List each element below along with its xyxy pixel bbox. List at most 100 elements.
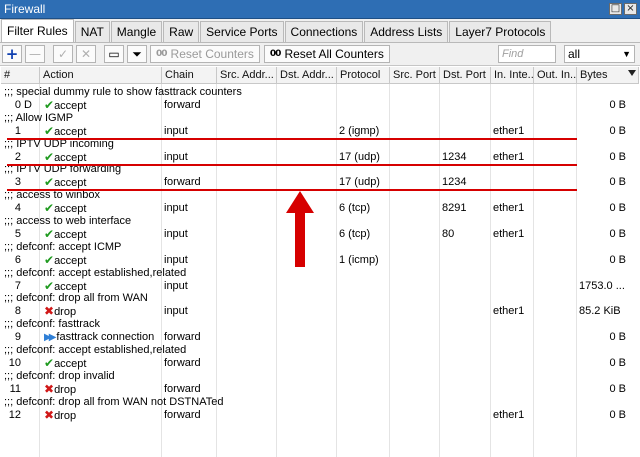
- col-action-header[interactable]: Action: [40, 67, 162, 83]
- window-title: Firewall: [4, 2, 46, 16]
- rule-comment[interactable]: ;;; defconf: accept established,related: [1, 344, 639, 357]
- rule-comment[interactable]: ;;; access to web interface: [1, 215, 639, 228]
- tab-connections[interactable]: Connections: [284, 21, 364, 42]
- rule-chain: input: [164, 305, 188, 317]
- rule-comment[interactable]: ;;; defconf: drop all from WAN: [1, 292, 639, 305]
- tab-nat[interactable]: NAT: [74, 21, 110, 42]
- check-icon: ✔: [44, 228, 55, 241]
- rule-number: 5: [14, 228, 21, 240]
- rule-comment[interactable]: ;;; defconf: accept ICMP: [1, 241, 639, 254]
- rule-comment[interactable]: ;;; defconf: fasttrack: [1, 318, 639, 331]
- col-dst-port-header[interactable]: Dst. Port: [440, 67, 491, 83]
- check-icon: ✔: [44, 176, 55, 189]
- rule-comment[interactable]: ;;; special dummy rule to show fasttrack…: [1, 86, 639, 99]
- rule-flag: D: [24, 99, 32, 111]
- rule-action: ✔accept: [44, 176, 162, 190]
- rule-chain: input: [164, 254, 188, 266]
- rule-action-label: accept: [54, 358, 87, 370]
- tab-address-lists[interactable]: Address Lists: [364, 21, 449, 42]
- cross-icon: ✖: [44, 409, 55, 422]
- rule-comment[interactable]: ;;; Allow IGMP: [1, 112, 639, 125]
- reset-counters-button[interactable]: 00 Reset Counters: [150, 45, 260, 63]
- filter-select[interactable]: all ▼: [564, 45, 635, 63]
- window-controls: □ ×: [609, 3, 637, 15]
- close-icon[interactable]: ×: [624, 3, 637, 15]
- rule-chain: forward: [164, 99, 201, 111]
- rule-bytes: 0 B: [609, 383, 626, 395]
- rule-chain: input: [164, 228, 188, 240]
- rule-action-label: drop: [54, 384, 77, 396]
- col-out-interface-header[interactable]: Out. In...: [534, 67, 577, 83]
- rule-dport: 1234: [442, 176, 467, 188]
- rule-in: ether1: [493, 228, 525, 240]
- rule-bytes: 0 B: [609, 331, 626, 343]
- maximize-icon[interactable]: □: [609, 3, 622, 15]
- col-protocol-header[interactable]: Protocol: [337, 67, 390, 83]
- rule-bytes: 0 B: [609, 176, 626, 188]
- counter-icon: 00: [269, 49, 281, 59]
- col-src-port-header[interactable]: Src. Port: [390, 67, 440, 83]
- cross-icon: ✖: [44, 383, 55, 396]
- rule-comment[interactable]: ;;; defconf: drop all from WAN not DSTNA…: [1, 396, 639, 409]
- table-row[interactable]: 1 ✔accept input 2 (igmp) ether1 0 B: [1, 125, 639, 138]
- col-num-header[interactable]: #: [1, 67, 40, 83]
- rule-number: 10: [8, 357, 21, 369]
- rule-comment[interactable]: ;;; defconf: drop invalid: [1, 370, 639, 383]
- col-in-interface-header[interactable]: In. Inte...: [491, 67, 534, 83]
- col-src-addr-header[interactable]: Src. Addr...: [217, 67, 277, 83]
- disable-icon[interactable]: ✕: [76, 45, 96, 63]
- rule-chain: forward: [164, 383, 201, 395]
- tab-mangle[interactable]: Mangle: [110, 21, 163, 42]
- find-input[interactable]: Find: [498, 45, 556, 63]
- rule-comment[interactable]: ;;; defconf: accept established,related: [1, 267, 639, 280]
- table-row[interactable]: 10 ✔accept forward 0 B: [1, 357, 639, 370]
- rule-action-label: accept: [54, 100, 87, 112]
- rule-dport: 80: [442, 228, 455, 240]
- rule-action: ✔accept: [44, 228, 162, 242]
- enable-icon[interactable]: ✓: [53, 45, 73, 63]
- table-row[interactable]: 12 ✖drop forward ether1 0 B: [1, 409, 639, 422]
- rule-protocol: 6 (tcp): [339, 202, 371, 214]
- reset-all-counters-button[interactable]: 00 Reset All Counters: [263, 45, 390, 63]
- rule-action: ▶▶ fasttrack connection: [44, 331, 162, 344]
- table-row[interactable]: 5 ✔accept input 6 (tcp) 80 ether1 0 B: [1, 228, 639, 241]
- rule-chain: forward: [164, 409, 201, 421]
- rule-action-label: drop: [54, 410, 77, 422]
- rule-action: ✔accept: [44, 99, 162, 113]
- rule-number: 12: [8, 409, 21, 421]
- rule-in: ether1: [493, 125, 525, 137]
- column-menu-icon[interactable]: [628, 70, 636, 76]
- rule-action-label: accept: [54, 229, 87, 241]
- highlight-underline: [7, 138, 577, 140]
- check-icon: ✔: [44, 357, 55, 370]
- rule-chain: forward: [164, 357, 201, 369]
- table-row[interactable]: 11 ✖drop forward 0 B: [1, 383, 639, 396]
- tab-bar: Filter Rules NAT Mangle Raw Service Port…: [0, 19, 640, 43]
- add-icon[interactable]: +: [2, 45, 22, 63]
- table-row[interactable]: 4 ✔accept input 6 (tcp) 8291 ether1 0 B: [1, 202, 639, 215]
- table-row[interactable]: 9 ▶▶ fasttrack connection forward 0 B: [1, 331, 639, 344]
- table-row[interactable]: 0 D ✔accept forward 0 B: [1, 99, 639, 112]
- filter-icon[interactable]: ⏷: [127, 45, 147, 63]
- table-row[interactable]: 6 ✔accept input 1 (icmp) 0 B: [1, 254, 639, 267]
- tab-raw[interactable]: Raw: [163, 21, 200, 42]
- tab-service-ports[interactable]: Service Ports: [200, 21, 284, 42]
- rule-number: 0: [14, 99, 21, 111]
- up-arrow-icon: [286, 191, 314, 267]
- check-icon: ✔: [44, 202, 55, 215]
- table-row[interactable]: 8 ✖drop input ether1 85.2 KiB: [1, 305, 639, 318]
- comment-icon[interactable]: ▭: [104, 45, 124, 63]
- table-row[interactable]: 3 ✔accept forward 17 (udp) 1234 0 B: [1, 176, 639, 189]
- rule-action-label: fasttrack connection: [56, 331, 155, 343]
- remove-icon[interactable]: —: [25, 45, 45, 63]
- window-titlebar: Firewall □ ×: [0, 0, 640, 19]
- rule-in: ether1: [493, 202, 525, 214]
- rule-bytes: 0 B: [609, 254, 626, 266]
- tab-layer7-protocols[interactable]: Layer7 Protocols: [449, 21, 552, 42]
- col-chain-header[interactable]: Chain: [162, 67, 217, 83]
- col-dst-addr-header[interactable]: Dst. Addr...: [277, 67, 337, 83]
- rule-dport: 8291: [442, 202, 467, 214]
- tab-filter-rules[interactable]: Filter Rules: [1, 19, 74, 42]
- rule-chain: input: [164, 202, 188, 214]
- rule-action-label: accept: [54, 203, 87, 215]
